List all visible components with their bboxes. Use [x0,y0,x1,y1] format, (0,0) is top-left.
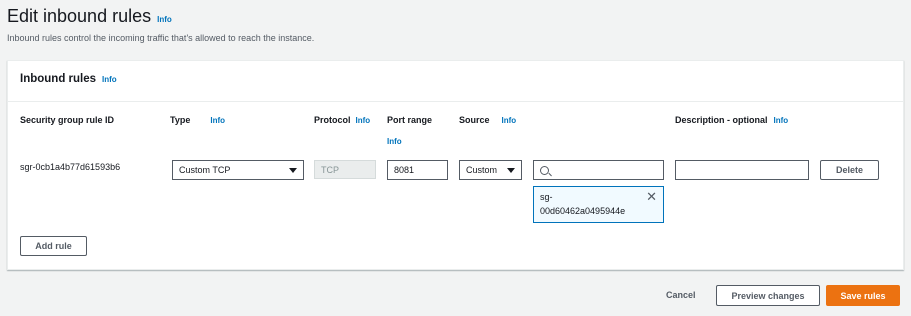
col-header-port-range: Port range [387,115,432,125]
page-description: Inbound rules control the incoming traff… [7,33,315,43]
page-info-link[interactable]: Info [157,15,172,24]
col-header-source: Source Info [459,115,516,125]
col-header-description-label: Description - optional [675,115,768,125]
page-title-text: Edit inbound rules [7,6,152,26]
col-header-description: Description - optional Info [675,115,788,125]
save-rules-button[interactable]: Save rules [826,285,900,306]
type-select-value: Custom TCP [179,165,231,175]
protocol-info-link[interactable]: Info [356,116,371,125]
panel-info-link[interactable]: Info [102,75,117,84]
col-header-protocol: Protocol Info [314,115,370,125]
col-header-type-label: Type [170,115,191,125]
panel-title: Inbound rules [20,73,97,85]
source-type-select-value: Custom [466,165,498,175]
source-info-link[interactable]: Info [502,116,517,125]
close-icon[interactable]: ✕ [646,190,657,203]
protocol-field: TCP [314,160,376,179]
col-header-port-range-label: Port range [387,115,433,125]
source-search-input[interactable] [533,160,664,180]
page-title: Edit inbound rules Info [7,6,172,27]
col-header-rule-id-label: Security group rule ID [20,115,115,125]
description-info-link[interactable]: Info [774,116,789,125]
type-info-link[interactable]: Info [210,116,225,125]
type-select[interactable]: Custom TCP [172,160,304,180]
chevron-down-icon [507,167,515,173]
chevron-down-icon [289,167,297,173]
col-header-type: Type Info [170,115,225,125]
inbound-rules-panel: Inbound rules Info Security group rule I… [7,60,904,270]
add-rule-button[interactable]: Add rule [20,236,87,256]
col-header-source-label: Source [459,115,490,125]
port-range-info-link[interactable]: Info [387,137,402,146]
col-header-rule-id: Security group rule ID [20,115,114,125]
rule-id: sgr-0cb1a4b77d61593b6 [20,162,121,172]
description-input[interactable] [675,160,809,180]
source-token-label: sg- 00d60462a0495944e [540,192,626,216]
port-range-input[interactable]: 8081 [387,160,448,180]
source-token: sg- 00d60462a0495944e ✕ [533,186,664,223]
source-type-select[interactable]: Custom [459,160,522,180]
search-icon [540,165,549,175]
col-header-protocol-label: Protocol [314,115,351,125]
cancel-button[interactable]: Cancel [666,290,696,300]
delete-button[interactable]: Delete [820,160,879,180]
panel-header: Inbound rules Info [8,61,903,102]
preview-changes-button[interactable]: Preview changes [716,285,820,306]
